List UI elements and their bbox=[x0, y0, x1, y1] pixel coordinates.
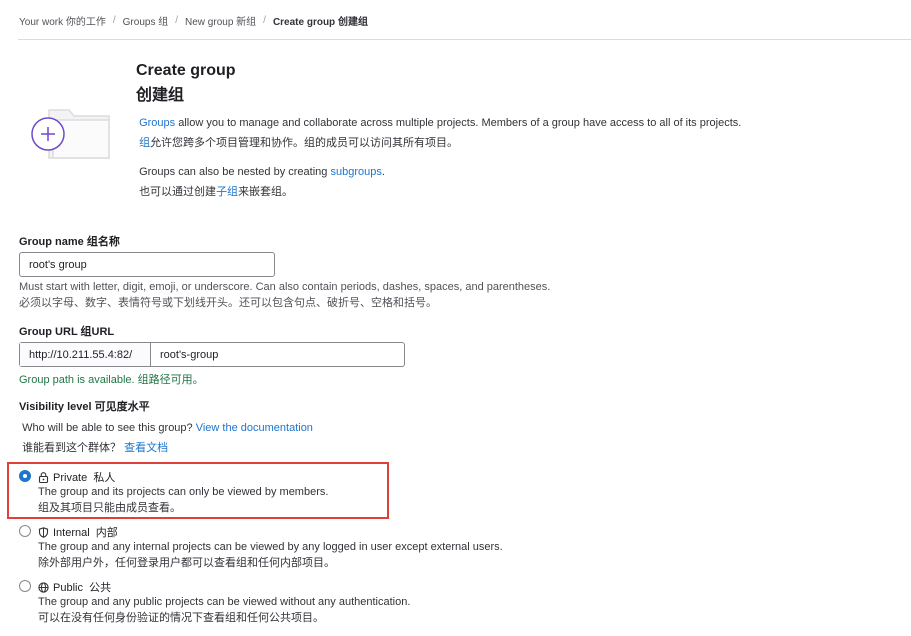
private-desc-zh: 组及其项目只能由成员查看。 bbox=[38, 502, 181, 514]
subgroups-link-zh[interactable]: 子组 bbox=[216, 186, 238, 198]
breadcrumb: Your work 你的工作 / Groups 组 / New group 新组… bbox=[19, 13, 368, 28]
nesting-text-zh: 也可以通过创建 bbox=[139, 186, 217, 198]
group-name-help-en: Must start with letter, digit, emoji, or… bbox=[19, 281, 551, 293]
visibility-question-zh: 谁能看到这个群体？ 查看文档 bbox=[19, 441, 168, 455]
view-documentation-link-zh[interactable]: 查看文档 bbox=[124, 442, 168, 454]
public-label: Public 公共 bbox=[53, 582, 112, 594]
visibility-option-private[interactable]: Private 私人 bbox=[38, 469, 115, 485]
group-url-prefix: http://10.211.55.4:82/ bbox=[20, 343, 151, 366]
shield-icon bbox=[38, 526, 49, 538]
header-divider bbox=[18, 39, 911, 40]
visibility-label: Visibility level 可见度水平 bbox=[19, 401, 150, 413]
internal-label: Internal 内部 bbox=[53, 527, 118, 539]
breadcrumb-separator: / bbox=[263, 15, 266, 26]
private-desc-en: The group and its projects can only be v… bbox=[38, 486, 329, 498]
radio-private[interactable] bbox=[19, 470, 31, 482]
visibility-option-internal[interactable]: Internal 内部 bbox=[38, 524, 118, 540]
group-url-label: Group URL 组URL bbox=[19, 326, 115, 338]
nesting-text-zh-end: 来嵌套组。 bbox=[238, 186, 294, 198]
public-desc-zh: 可以在没有任何身份验证的情况下查看组和任何公共项目。 bbox=[38, 612, 324, 624]
radio-internal[interactable] bbox=[19, 525, 31, 537]
group-name-label: Group name 组名称 bbox=[19, 236, 120, 248]
internal-desc-zh: 除外部用户外，任何登录用户都可以查看组和任何内部项目。 bbox=[38, 557, 335, 569]
internal-desc-en: The group and any internal projects can … bbox=[38, 541, 503, 553]
breadcrumb-new-group[interactable]: New group 新组 bbox=[185, 13, 256, 28]
visibility-question-text-zh: 谁能看到这个群体？ bbox=[22, 442, 125, 454]
breadcrumb-separator: / bbox=[112, 15, 116, 26]
breadcrumb-create-group[interactable]: Create group 创建组 bbox=[273, 13, 368, 28]
breadcrumb-your-work[interactable]: Your work 你的工作 bbox=[19, 13, 106, 28]
nesting-line-zh: 也可以通过创建子组来嵌套组。 bbox=[136, 185, 293, 199]
group-path-input[interactable]: root's-group bbox=[151, 343, 404, 366]
group-path-status: Group path is available. 组路径可用。 bbox=[19, 374, 204, 386]
group-name-input[interactable]: root's group bbox=[19, 252, 275, 277]
private-label: Private 私人 bbox=[53, 472, 116, 484]
intro-text: allow you to manage and collaborate acro… bbox=[175, 117, 742, 129]
intro-line-zh: 组允许您跨多个项目管理和协作。组的成员可以访问其所有项目。 bbox=[136, 136, 458, 150]
radio-public[interactable] bbox=[19, 580, 31, 592]
groups-link-zh[interactable]: 组 bbox=[139, 137, 150, 149]
nesting-text-end: . bbox=[381, 166, 385, 178]
visibility-option-public[interactable]: Public 公共 bbox=[38, 579, 111, 595]
intro-line-en: Groups allow you to manage and collabora… bbox=[136, 116, 741, 130]
view-documentation-link[interactable]: View the documentation bbox=[196, 422, 313, 434]
group-illustration-icon bbox=[31, 109, 110, 159]
globe-icon bbox=[38, 581, 49, 593]
public-desc-en: The group and any public projects can be… bbox=[38, 596, 411, 608]
intro-text-zh: 允许您跨多个项目管理和协作。组的成员可以访问其所有项目。 bbox=[150, 137, 459, 149]
nesting-line-en: Groups can also be nested by creating su… bbox=[136, 165, 385, 179]
subgroups-link[interactable]: subgroups bbox=[330, 166, 381, 178]
breadcrumb-separator: / bbox=[175, 15, 179, 26]
group-name-help-zh: 必须以字母、数字、表情符号或下划线开头。还可以包含句点、破折号、空格和括号。 bbox=[19, 297, 437, 309]
page-title-zh: 创建组 bbox=[136, 87, 185, 104]
visibility-question-text: Who will be able to see this group? bbox=[22, 422, 196, 434]
breadcrumb-groups[interactable]: Groups 组 bbox=[123, 13, 169, 28]
page-title: Create group bbox=[136, 62, 236, 79]
group-url-field: http://10.211.55.4:82/ root's-group bbox=[19, 342, 405, 367]
nesting-text: Groups can also be nested by creating bbox=[139, 166, 331, 178]
groups-link[interactable]: Groups bbox=[139, 117, 175, 129]
visibility-question-en: Who will be able to see this group? View… bbox=[19, 421, 313, 435]
lock-icon bbox=[38, 471, 49, 483]
